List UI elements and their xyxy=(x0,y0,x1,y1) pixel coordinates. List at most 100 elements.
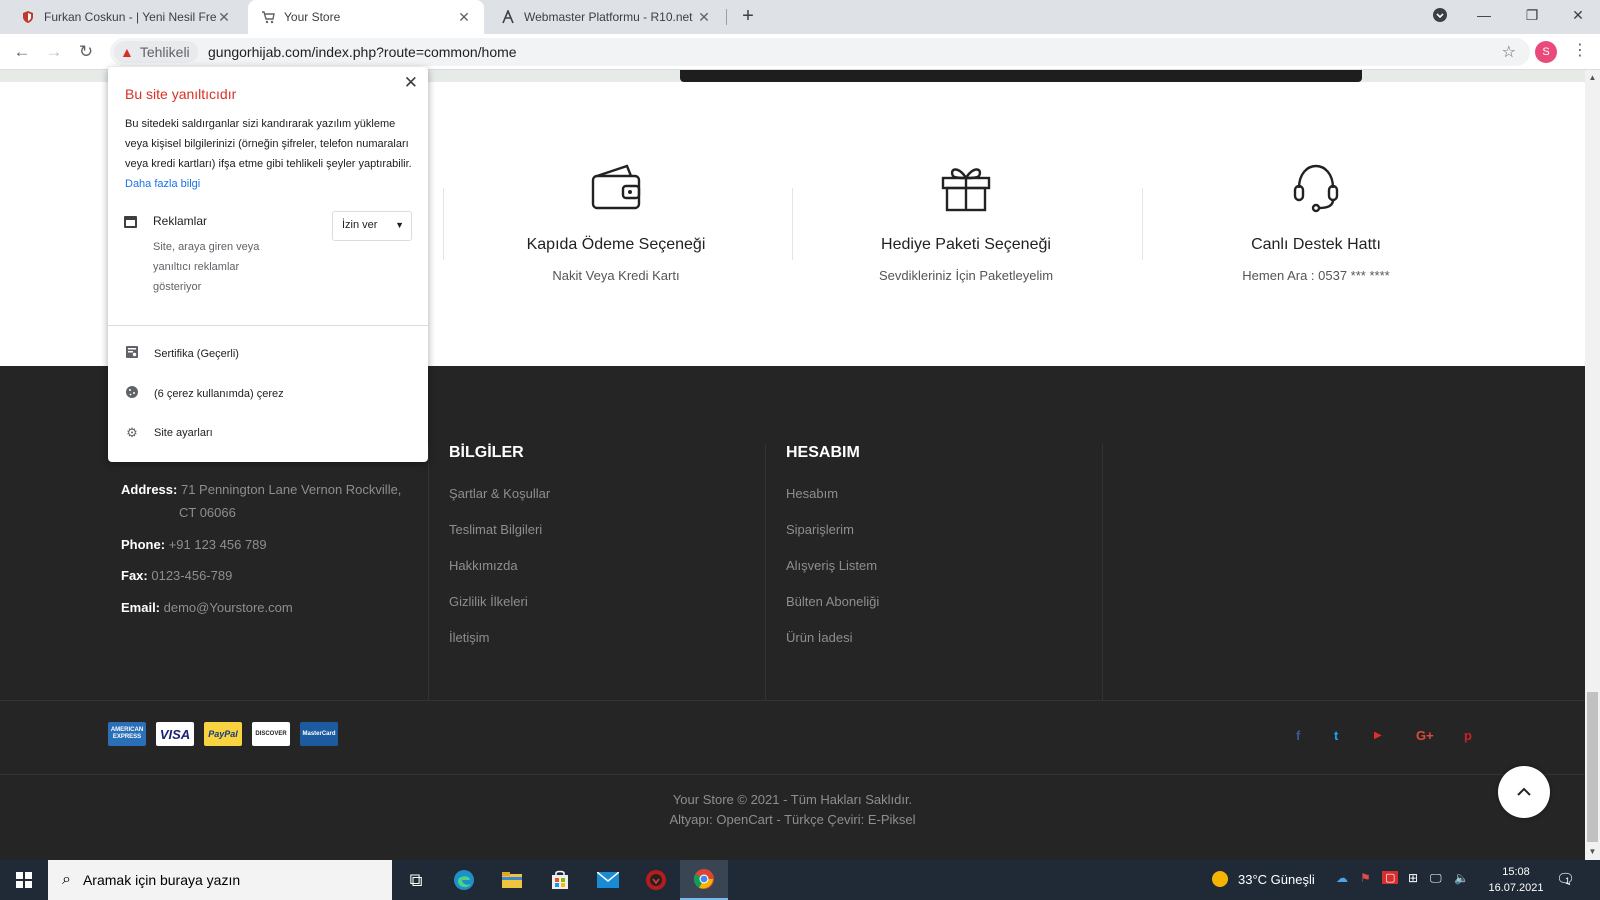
mail-icon[interactable] xyxy=(584,860,632,900)
task-view-icon[interactable]: ⧉ xyxy=(392,860,440,900)
back-icon[interactable]: ← xyxy=(8,38,36,66)
chrome-icon[interactable] xyxy=(680,860,728,900)
taskbar-search-box[interactable]: ⌕ Aramak için buraya yazın xyxy=(48,860,392,900)
learn-more-link[interactable]: Daha fazla bilgi xyxy=(125,178,200,190)
site-settings-row[interactable]: ⚙ Site ayarları xyxy=(124,425,213,441)
taskbar-clock[interactable]: 15:08 16.07.2021 xyxy=(1484,864,1548,896)
volume-icon[interactable]: 🔈 xyxy=(1454,871,1469,885)
gear-icon: ⚙ xyxy=(126,425,138,440)
footer-link-account[interactable]: Hesabım xyxy=(786,486,838,501)
footer-link-about[interactable]: Hakkımızda xyxy=(449,558,518,573)
popup-divider xyxy=(108,325,428,326)
menu-dots-icon[interactable]: ⋮ xyxy=(1572,40,1588,60)
address-bar[interactable]: ▲ Tehlikeli gungorhijab.com/index.php?ro… xyxy=(110,38,1530,66)
ads-permission-select[interactable]: İzin ver ▼ xyxy=(332,211,412,241)
feature-gift-package: Hediye Paketi Seçeneği Sevdikleriniz İçi… xyxy=(796,160,1136,283)
wallet-icon xyxy=(446,160,786,214)
footer-divider xyxy=(428,444,429,700)
contact-fax: Fax: 0123-456-789 xyxy=(121,564,232,587)
pinterest-icon[interactable]: p xyxy=(1464,728,1472,743)
bookmark-star-icon[interactable]: ☆ xyxy=(1502,42,1516,62)
ads-permission-label: Reklamlar xyxy=(153,214,208,228)
certificate-icon xyxy=(124,345,140,362)
footer-divider xyxy=(1102,444,1103,700)
footer-link-terms[interactable]: Şartlar & Koşullar xyxy=(449,486,550,501)
new-tab-button[interactable]: + xyxy=(736,5,760,29)
mastercard-logo: MasterCard xyxy=(300,722,338,746)
tray-windows-security-icon[interactable]: ⊞ xyxy=(1408,871,1418,885)
forward-icon[interactable]: → xyxy=(40,38,68,66)
url-text[interactable]: gungorhijab.com/index.php?route=common/h… xyxy=(208,44,517,60)
footer-link-wishlist[interactable]: Alışveriş Listem xyxy=(786,558,877,573)
close-icon[interactable]: ✕ xyxy=(696,9,712,26)
scrollbar-thumb[interactable] xyxy=(1587,692,1598,842)
weather-widget[interactable]: 33°C Güneşli xyxy=(1212,871,1315,887)
twitter-icon[interactable]: t xyxy=(1334,728,1338,743)
certificate-row[interactable]: Sertifika (Geçerli) xyxy=(124,345,239,362)
edge-icon[interactable] xyxy=(440,860,488,900)
store-icon[interactable] xyxy=(536,860,584,900)
reload-icon[interactable]: ↻ xyxy=(72,38,100,66)
footer-link-returns[interactable]: Ürün İadesi xyxy=(786,630,852,645)
scroll-up-arrow-icon[interactable]: ▲ xyxy=(1585,70,1600,86)
google-plus-icon[interactable]: G+ xyxy=(1416,728,1434,743)
close-icon[interactable]: ✕ xyxy=(216,9,232,26)
popup-close-icon[interactable]: ✕ xyxy=(404,73,418,93)
tab-your-store[interactable]: Your Store ✕ xyxy=(248,0,484,34)
feature-title: Canlı Destek Hattı xyxy=(1251,236,1381,253)
contact-address: Address: 71 Pennington Lane Vernon Rockv… xyxy=(121,478,401,524)
ads-select-value: İzin ver xyxy=(342,219,378,231)
email-value[interactable]: demo@Yourstore.com xyxy=(164,600,293,615)
tab-title: Your Store xyxy=(284,10,341,24)
cookies-row[interactable]: (6 çerez kullanımda) çerez xyxy=(124,385,284,402)
tray-app-icon[interactable]: ▢ xyxy=(1382,871,1399,884)
minimize-icon[interactable]: — xyxy=(1462,0,1506,30)
phone-value: +91 123 456 789 xyxy=(168,537,267,552)
network-icon[interactable]: 🖵 xyxy=(1430,871,1442,886)
windows-taskbar: ⌕ Aramak için buraya yazın ⧉ 33°C Güneşl… xyxy=(0,860,1600,900)
account-column-title: HESABIM xyxy=(786,444,860,461)
file-explorer-icon[interactable] xyxy=(488,860,536,900)
headset-icon xyxy=(1146,160,1486,214)
discover-logo: DISCOVER xyxy=(252,722,290,746)
footer-link-contact[interactable]: İletişim xyxy=(449,630,489,645)
security-chip[interactable]: ▲ Tehlikeli xyxy=(114,41,198,63)
windows-start-icon[interactable] xyxy=(0,860,48,900)
tab-title: Webmaster Platformu - R10.net xyxy=(524,10,693,24)
scroll-down-arrow-icon[interactable]: ▼ xyxy=(1585,844,1600,860)
gift-icon xyxy=(796,160,1136,214)
feature-subtitle: Hemen Ara : 0537 *** **** xyxy=(1242,268,1390,283)
game-app-icon[interactable] xyxy=(632,860,680,900)
popup-description-text: Bu sitedeki saldırganlar sizi kandırarak… xyxy=(125,118,412,170)
profile-avatar[interactable]: S xyxy=(1535,41,1557,63)
feature-title: Hediye Paketi Seçeneği xyxy=(881,236,1051,253)
site-settings-label: Site ayarları xyxy=(154,427,213,439)
footer-link-delivery[interactable]: Teslimat Bilgileri xyxy=(449,522,542,537)
footer-separator xyxy=(0,774,1585,775)
youtube-icon[interactable]: ▶ xyxy=(1374,730,1382,741)
hero-image-edge xyxy=(680,70,1362,82)
visa-logo: VISA xyxy=(156,722,194,746)
weather-text: 33°C Güneşli xyxy=(1238,871,1315,887)
footer-link-privacy[interactable]: Gizlilik İlkeleri xyxy=(449,594,528,609)
chevron-up-icon xyxy=(1517,787,1531,796)
fax-label: Fax: xyxy=(121,568,148,583)
close-icon[interactable]: ✕ xyxy=(456,9,472,26)
caret-down-icon: ▼ xyxy=(395,220,404,230)
address-label: Address: xyxy=(121,482,178,497)
tab-furkan[interactable]: Furkan Coskun - | Yeni Nesil Free ✕ xyxy=(8,0,244,34)
notifications-icon[interactable]: 🗨 1 xyxy=(1556,870,1575,888)
powered-by-text: Altyapı: OpenCart - Türkçe Çeviri: E-Pik… xyxy=(669,812,916,827)
page-scrollbar[interactable]: ▲ ▼ xyxy=(1585,70,1600,860)
scroll-to-top-button[interactable] xyxy=(1498,766,1550,818)
window-close-icon[interactable]: ✕ xyxy=(1556,0,1600,30)
footer-link-newsletter[interactable]: Bülten Aboneliği xyxy=(786,594,879,609)
footer-link-orders[interactable]: Siparişlerim xyxy=(786,522,854,537)
tab-search-icon[interactable] xyxy=(1418,0,1462,30)
restore-icon[interactable]: ❐ xyxy=(1510,0,1554,30)
tray-antivirus-icon[interactable]: ⚑ xyxy=(1360,871,1371,885)
facebook-icon[interactable]: f xyxy=(1296,728,1300,743)
taskbar-search-placeholder: Aramak için buraya yazın xyxy=(82,872,241,888)
tab-r10[interactable]: Webmaster Platformu - R10.net ✕ xyxy=(488,0,724,34)
tray-cloud-icon[interactable]: ☁ xyxy=(1336,871,1348,885)
